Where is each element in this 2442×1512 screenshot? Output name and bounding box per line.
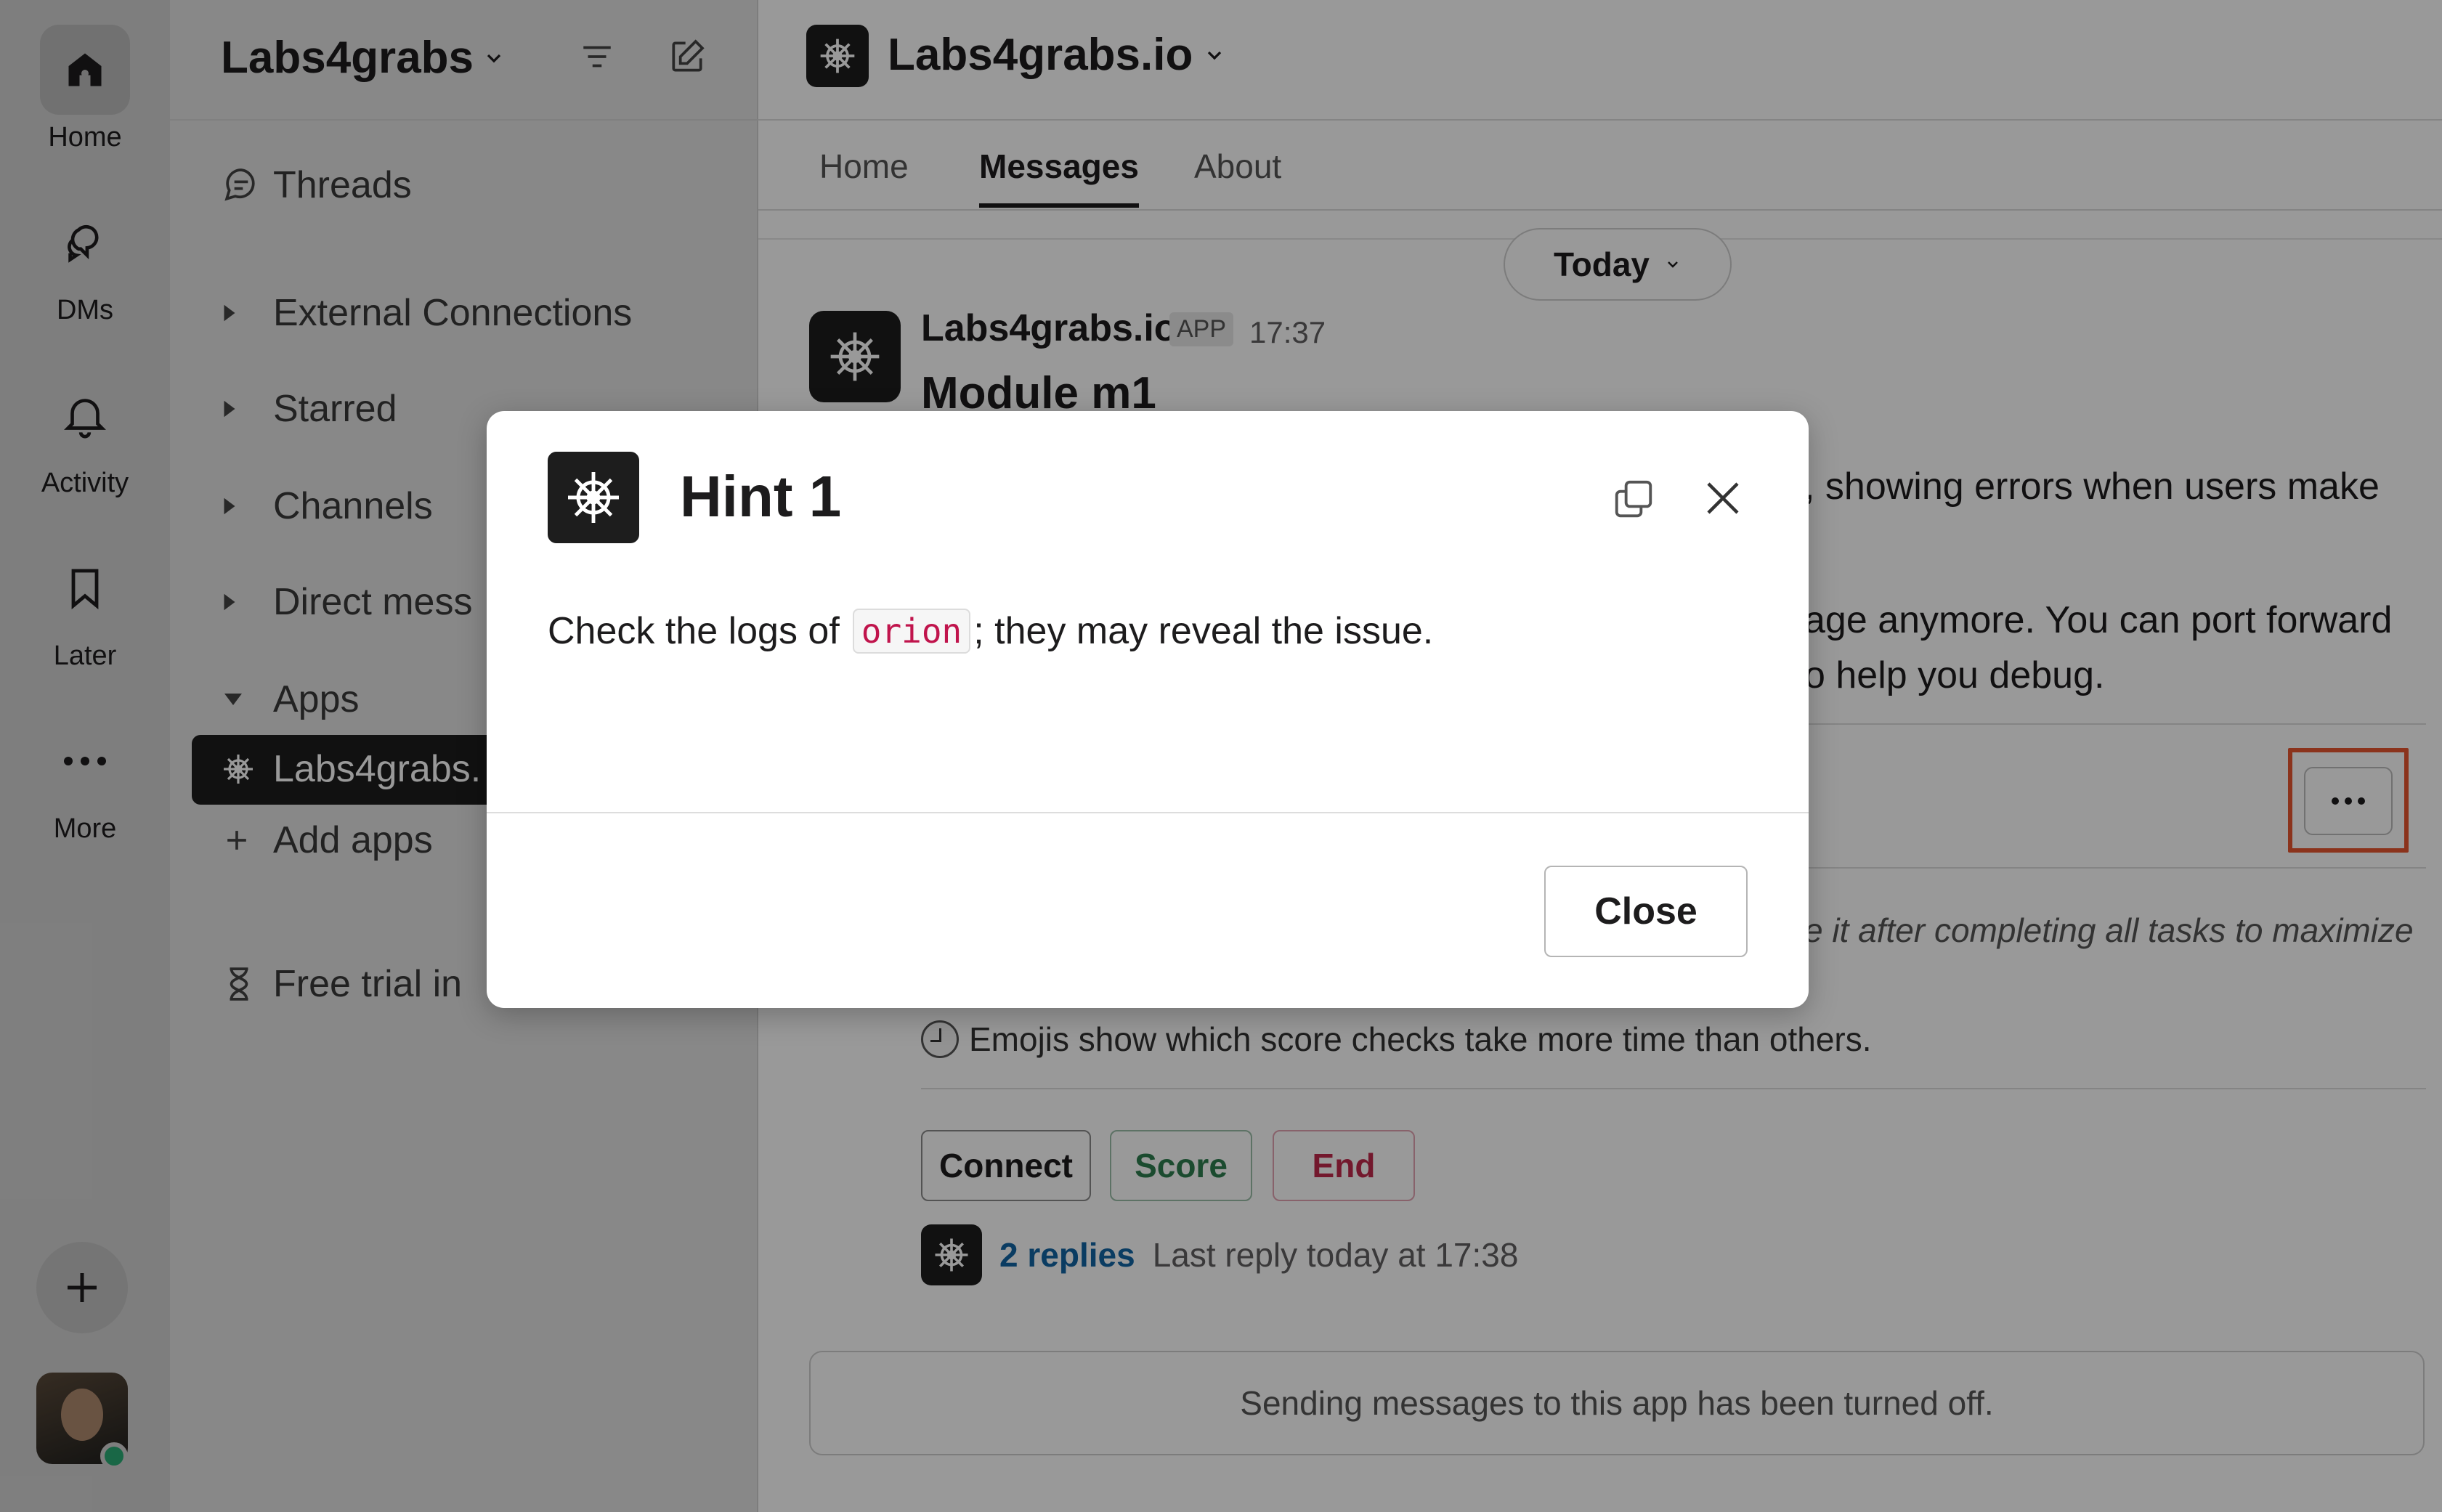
helm-icon [548,452,639,543]
hint-text-prefix: Check the logs of [548,610,840,652]
modal-title: Hint 1 [680,464,842,529]
modal-body: Check the logs of orion ; they may revea… [548,609,1433,654]
modal-divider [487,812,1809,813]
close-icon[interactable] [1697,472,1749,524]
hint-text-suffix: ; they may reveal the issue. [973,610,1434,652]
close-button[interactable]: Close [1544,866,1748,957]
copy-icon[interactable] [1610,475,1658,523]
hint-modal: Hint 1 Check the logs of orion ; they ma… [487,411,1809,1008]
code-snippet: orion [852,609,971,654]
